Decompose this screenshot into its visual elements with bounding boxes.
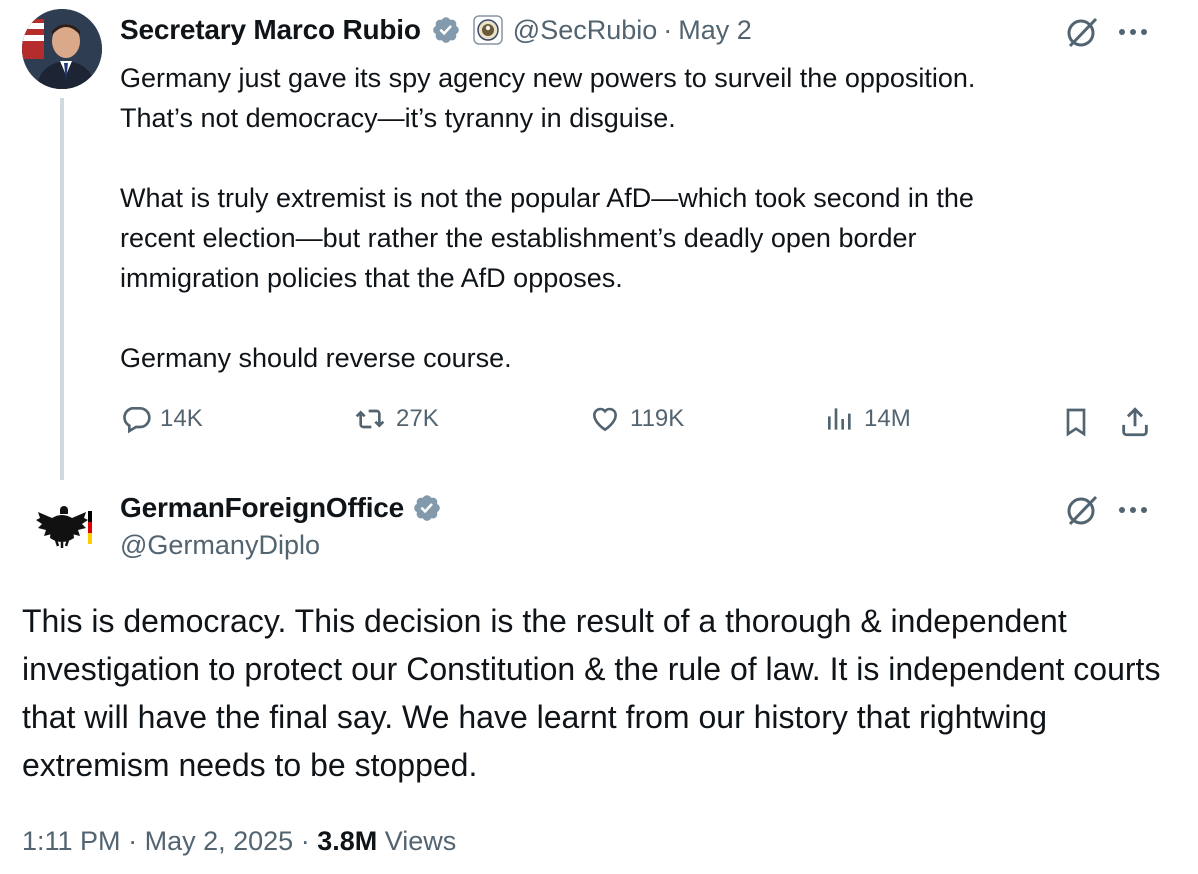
views-button[interactable]: 14M (824, 403, 911, 435)
repost-count: 27K (396, 405, 439, 432)
reply-button[interactable]: 14K (120, 403, 203, 435)
display-name[interactable]: Secretary Marco Rubio (120, 14, 421, 46)
views-count: 14M (864, 405, 911, 432)
grok-icon[interactable] (1064, 14, 1100, 50)
grok-icon[interactable] (1064, 492, 1100, 528)
state-seal-icon (473, 15, 503, 45)
handle[interactable]: @SecRubio (513, 15, 657, 46)
views-count: 3.8M (317, 826, 378, 856)
tweet-meta: 1:11 PM · May 2, 2025 · 3.8M Views (22, 826, 456, 857)
avatar-german-foreign-office[interactable] (22, 488, 102, 568)
tweet-date[interactable]: May 2 (678, 15, 752, 46)
like-icon (588, 403, 622, 435)
bookmark-icon[interactable] (1060, 405, 1092, 439)
avatar-rubio[interactable] (22, 9, 102, 89)
separator-dot: · (128, 826, 138, 856)
share-icon[interactable] (1118, 405, 1152, 439)
tweet-header: Secretary Marco Rubio @SecRubio · May 2 (120, 12, 752, 48)
verified-icon (412, 493, 442, 523)
reply-icon (120, 403, 152, 435)
repost-icon (352, 403, 388, 435)
views-label: Views (384, 826, 457, 856)
eagle-logo-icon (22, 488, 102, 568)
separator-dot: · (663, 14, 673, 45)
separator-dot: · (300, 826, 310, 856)
verified-icon (431, 15, 461, 45)
tweet-time[interactable]: 1:11 PM (22, 826, 121, 856)
like-count: 119K (630, 405, 685, 432)
thread-line (60, 98, 64, 480)
views-icon (824, 403, 856, 435)
like-button[interactable]: 119K (588, 403, 684, 435)
more-icon[interactable] (1116, 20, 1150, 44)
more-icon[interactable] (1116, 498, 1150, 522)
tweet-text: Germany just gave its spy agency new pow… (120, 63, 976, 373)
repost-button[interactable]: 27K (352, 403, 439, 435)
tweet-text: This is democracy. This decision is the … (22, 603, 1161, 783)
tweet-header: GermanForeignOffice (120, 490, 442, 526)
handle[interactable]: @GermanyDiplo (120, 530, 320, 561)
tweet-full-date[interactable]: May 2, 2025 (145, 826, 294, 856)
reply-count: 14K (160, 405, 203, 432)
display-name[interactable]: GermanForeignOffice (120, 492, 404, 524)
